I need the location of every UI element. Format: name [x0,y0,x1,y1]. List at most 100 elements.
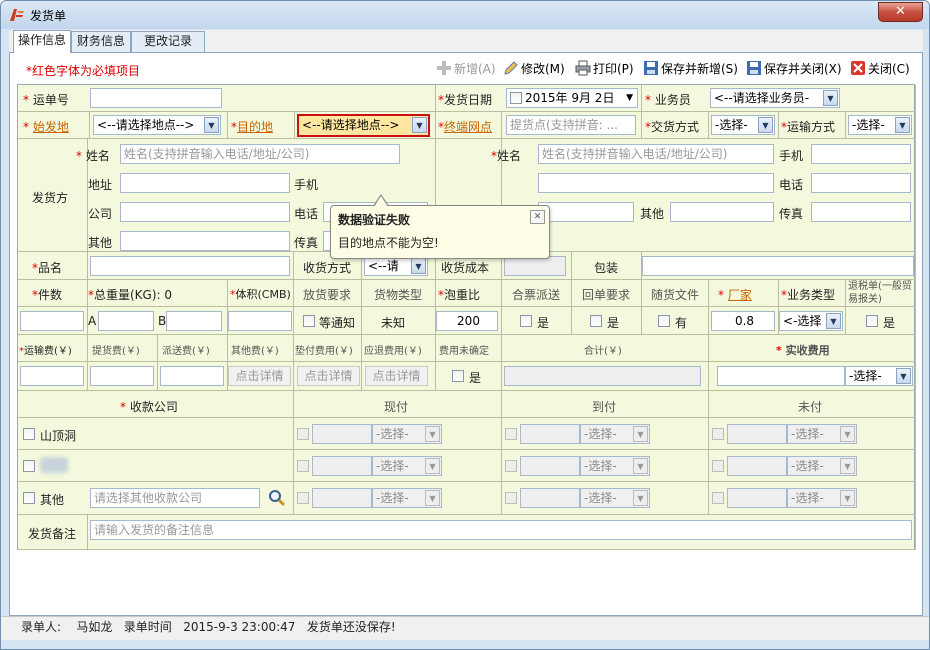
tab-operation-info[interactable]: 操作信息 [13,30,71,53]
delivery-fee-input[interactable] [160,366,224,386]
receiver-other-input[interactable] [670,202,774,222]
company2-now-checkbox[interactable] [297,460,309,472]
shipper-company-input[interactable] [120,202,290,222]
company1-arrive-checkbox[interactable] [505,428,517,440]
tab-finance-info[interactable]: 财务信息 [71,31,131,52]
entry-user-label: 录单人: [21,620,62,634]
transport-label: *运输方式 [781,120,836,134]
wait-notice-label: 等通知 [319,316,356,330]
receiver-company-input[interactable] [538,202,634,222]
company3-unpaid-checkbox[interactable] [712,492,724,504]
chevron-down-icon: ▼ [425,490,440,506]
package-input[interactable] [642,256,914,276]
shipper-name-input[interactable]: 姓名(支持拼音输入电话/地址/公司) [120,144,400,164]
terminal-label[interactable]: *终端网点 [438,118,492,135]
due-fee-detail-button[interactable]: 点击详情 [365,366,428,386]
origin-select[interactable]: <--请选择地点--> ▼ [93,115,221,135]
freight-input[interactable] [20,366,84,386]
company1-checkbox[interactable] [23,428,35,440]
delivery-select[interactable]: -选择- ▼ [711,115,775,135]
wait-notice-checkbox[interactable] [303,315,315,327]
receiver-address-input[interactable] [538,173,774,193]
company2-checkbox[interactable] [23,460,35,472]
ship-date-checkbox[interactable] [510,92,522,104]
transport-select[interactable]: -选择- ▼ [848,115,912,135]
factory-label[interactable]: * 厂家 [718,286,752,303]
combined-ticket-checkbox[interactable] [520,315,532,327]
waybill-input[interactable] [90,88,222,108]
save-new-button[interactable]: 保存并新增(S) [643,60,738,78]
company1-now-checkbox[interactable] [297,428,309,440]
origin-label[interactable]: * 始发地 [23,118,69,135]
search-icon[interactable] [268,489,286,507]
company2-unpaid-input [727,456,787,476]
add-new-label: 新增(A) [454,62,496,76]
receiver-mobile-input[interactable] [811,144,911,164]
receiver-fax-label: 传真 [779,207,804,221]
company1-unpaid-select: -选择- ▼ [787,424,857,444]
print-label: 打印(P) [593,62,634,76]
window-close-button[interactable]: ✕ [878,2,923,22]
add-new-button[interactable]: 新增(A) [436,60,496,78]
close-button[interactable]: 关闭(C) [850,60,910,78]
company3-now-select: -选择- ▼ [372,488,442,508]
receiver-fax-input[interactable] [811,202,911,222]
terminal-input[interactable]: 提货点(支持拼音: ... [506,115,636,135]
ship-date-picker[interactable]: 2015年 9月 2日 ▼ [506,88,638,108]
company1-now-input [312,424,372,444]
print-button[interactable]: 打印(P) [575,60,634,78]
shipper-address-input[interactable] [120,173,290,193]
advance-fee-detail-button[interactable]: 点击详情 [297,366,360,386]
follow-have-label: 有 [675,316,688,330]
remark-input[interactable]: 请输入发货的备注信息 [90,520,912,540]
other-fee-detail-button[interactable]: 点击详情 [228,366,291,386]
fee-uncertain-label: 费用未确定 [439,346,489,357]
company2-blurred-name [40,457,68,473]
other-company-input[interactable]: 请选择其他收款公司 [90,488,260,508]
receiver-phone-input[interactable] [811,173,911,193]
shipper-other-input[interactable] [120,231,290,251]
weight-a-input[interactable] [98,311,154,331]
dest-label[interactable]: *目的地 [231,118,273,135]
volume-input[interactable] [228,311,292,331]
waybill-label: * 运单号 [23,93,69,107]
receive-method-label: 收货方式 [303,261,352,275]
fee-uncertain-checkbox[interactable] [452,370,464,382]
total-input [504,366,701,386]
receiver-other-label: 其他 [640,207,665,221]
foam-ratio-label: *泡重比 [438,288,481,302]
refund-checkbox[interactable] [866,315,878,327]
company3-checkbox[interactable] [23,492,35,504]
delivery-label: *交货方式 [645,120,700,134]
pieces-input[interactable] [20,311,84,331]
save-close-button[interactable]: 保存并关闭(X) [746,60,842,78]
salesman-select[interactable]: <--请选择业务员- ▼ [710,88,840,108]
tab-change-log[interactable]: 更改记录 (0) [131,31,205,67]
business-type-select[interactable]: <-选择 ▼ [779,311,843,331]
receive-method-select[interactable]: <--请 ▼ [364,256,428,276]
company2-unpaid-checkbox[interactable] [712,460,724,472]
status-bar: 录单人: 马如龙 录单时间 2015-9-3 23:00:47 发货单还没保存! [1,616,929,640]
window: 发货单 ✕ 操作信息 财务信息 更改记录 (0) *红色字体为必填项目 新增(A… [0,0,930,650]
actual-fee-input[interactable] [717,366,845,386]
edit-button[interactable]: 修改(M) [503,60,565,78]
tooltip-close-icon[interactable]: ✕ [530,210,545,224]
pickup-fee-input[interactable] [90,366,154,386]
return-req-checkbox[interactable] [590,315,602,327]
dest-select[interactable]: <--请选择地点--> ▼ [297,114,430,137]
company2-arrive-checkbox[interactable] [505,460,517,472]
weight-b-input[interactable] [166,311,222,331]
actual-fee-select[interactable]: -选择- ▼ [845,366,913,386]
company3-now-checkbox[interactable] [297,492,309,504]
foam-ratio-input[interactable]: 200 [436,311,498,331]
follow-doc-checkbox[interactable] [658,315,670,327]
company3-unpaid-select: -选择- ▼ [787,488,857,508]
goods-name-input[interactable] [90,256,290,276]
factory-input[interactable]: 0.8 [711,311,775,331]
floppy-icon [747,61,761,75]
company1-unpaid-checkbox[interactable] [712,428,724,440]
chevron-down-icon: ▼ [823,90,838,106]
business-type-label: *业务类型 [781,288,836,302]
receiver-name-input[interactable]: 姓名(支持拼音输入电话/地址/公司) [538,144,774,164]
company3-arrive-checkbox[interactable] [505,492,517,504]
